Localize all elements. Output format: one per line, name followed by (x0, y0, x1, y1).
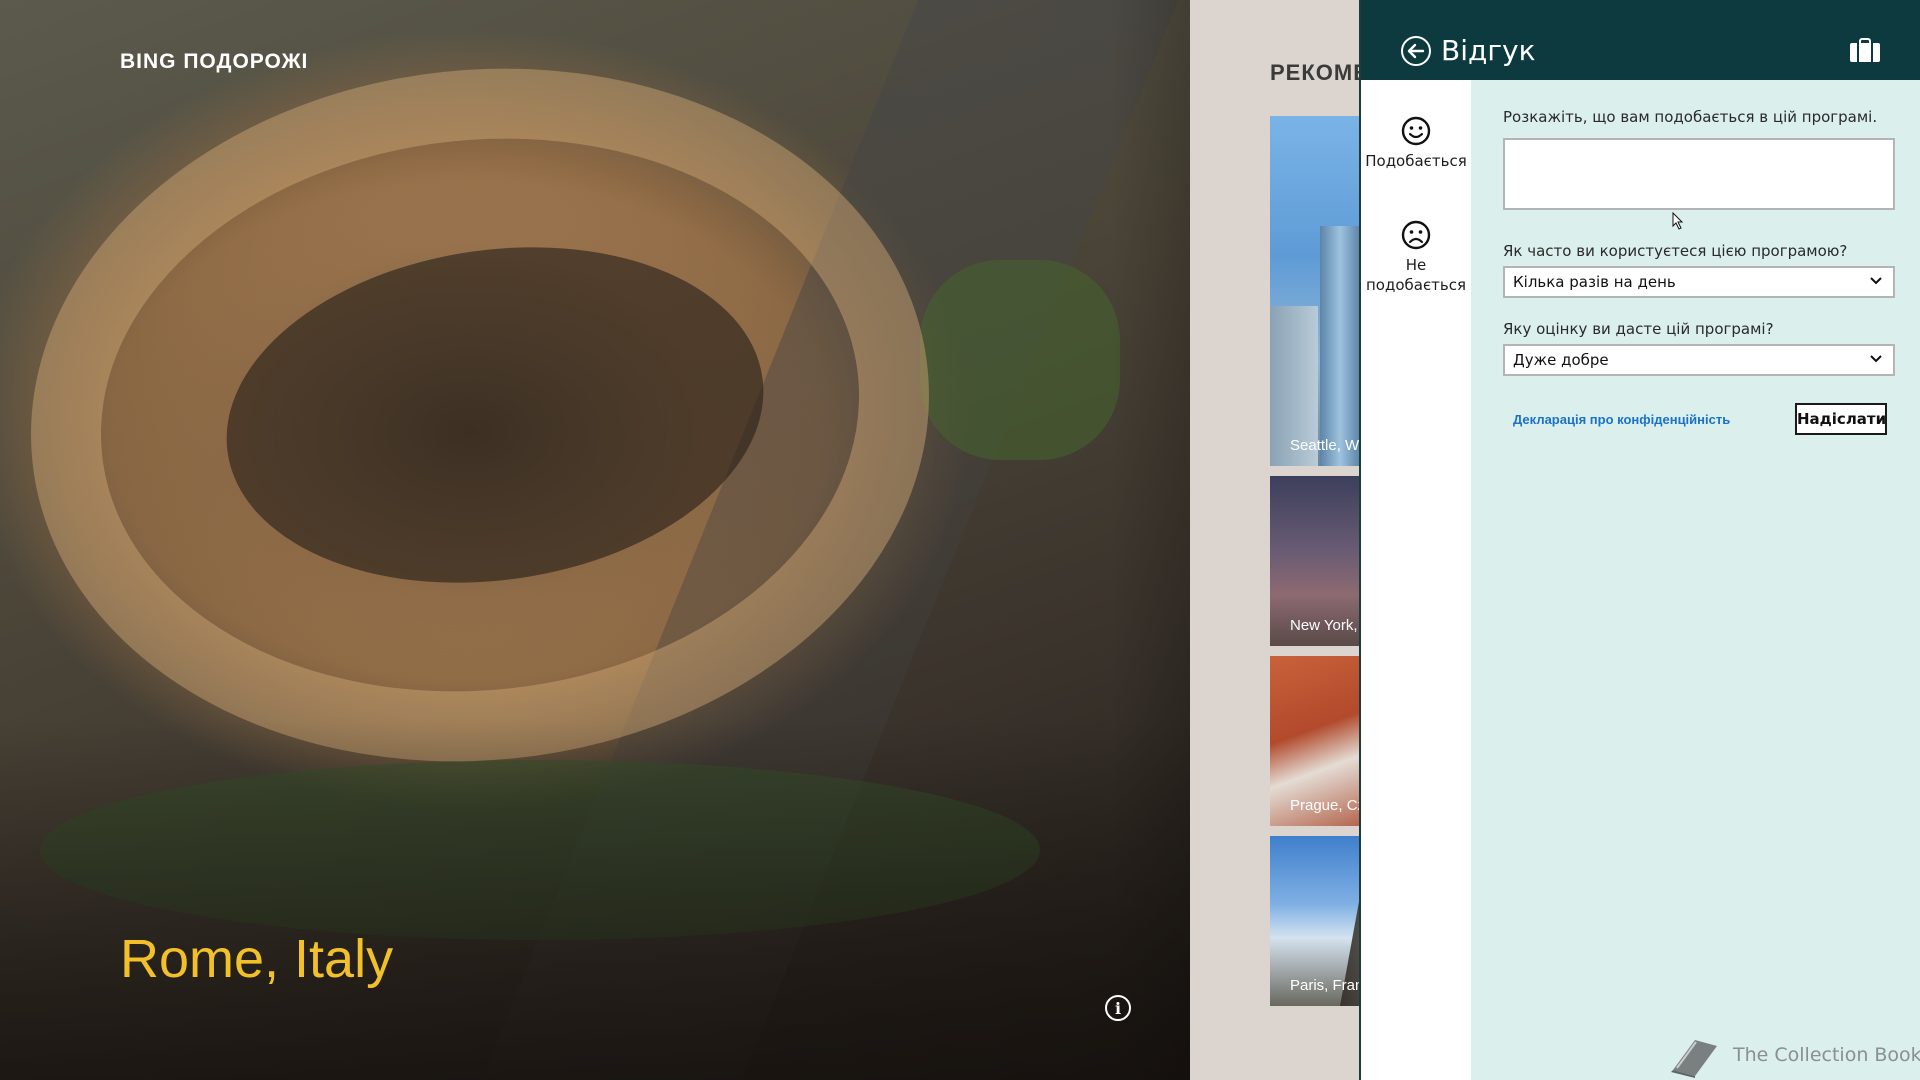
book-logo-icon (1671, 1040, 1717, 1078)
destination-tile-label: Prague, Cz (1290, 797, 1360, 814)
hero-edge-fade (1110, 0, 1190, 1080)
feedback-form: Розкажіть, що вам подобається в цій прог… (1503, 108, 1903, 435)
destination-tile-label: Paris, Fran (1290, 977, 1360, 994)
chevron-down-icon (1870, 277, 1882, 285)
destination-tile[interactable]: Prague, Cz (1270, 656, 1360, 826)
privacy-statement-link[interactable]: Декларація про конфіденційність (1513, 412, 1730, 427)
usage-frequency-value: Кілька разів на день (1513, 273, 1676, 291)
destination-tile[interactable]: New York, (1270, 476, 1360, 646)
back-arrow-glyph (1407, 43, 1425, 59)
tab-dislike-label: Не подобається (1365, 256, 1467, 294)
info-icon[interactable]: i (1105, 995, 1131, 1021)
rating-question-label: Яку оцінку ви дасте цій програмі? (1503, 320, 1774, 338)
rating-select[interactable]: Дуже добре (1503, 344, 1895, 376)
feedback-text-input[interactable] (1503, 138, 1895, 210)
tab-dislike[interactable]: Не подобається (1361, 202, 1471, 302)
recommendations-heading: РЕКОМЕ (1270, 60, 1360, 85)
usage-frequency-select[interactable]: Кілька разів на день (1503, 266, 1895, 298)
hero-grass-decor (920, 260, 1120, 460)
chevron-down-icon (1870, 355, 1882, 363)
feedback-tabs: Подобається Не подобається (1361, 80, 1471, 1080)
tile-building-decor (1320, 226, 1360, 466)
destination-tile[interactable]: Seattle, Wa (1270, 116, 1360, 466)
hero-image: BING ПОДОРОЖІ Rome, Italy i (0, 0, 1190, 1080)
usage-question-label: Як часто ви користуєтеся цією програмою? (1503, 242, 1848, 260)
submit-button[interactable]: Надіслати (1795, 403, 1887, 435)
destination-tile-label: New York, (1290, 617, 1358, 634)
pane-title: Відгук (1441, 34, 1536, 67)
hero-shade (0, 720, 1190, 1080)
watermark-text: The Collection Book (1733, 1044, 1920, 1066)
mouse-cursor-icon (1672, 212, 1684, 230)
place-title[interactable]: Rome, Italy (120, 928, 393, 990)
briefcase-strap (1871, 43, 1873, 62)
smile-icon (1401, 116, 1431, 146)
app-title: BING ПОДОРОЖІ (120, 50, 309, 73)
briefcase-strap (1857, 43, 1859, 62)
frown-icon (1401, 220, 1431, 250)
prompt-label: Розкажіть, що вам подобається в цій прог… (1503, 108, 1878, 126)
briefcase-body (1850, 43, 1880, 62)
destination-tile[interactable]: Paris, Fran (1270, 836, 1360, 1006)
recommendations-section: РЕКОМЕ Seattle, Wa New York, Prague, Cz … (1190, 0, 1360, 1080)
back-arrow-icon[interactable] (1401, 36, 1431, 66)
tab-like[interactable]: Подобається (1361, 80, 1471, 202)
rating-value: Дуже добре (1513, 351, 1609, 369)
feedback-pane: Відгук Подобається Не подобається Розкаж… (1359, 0, 1920, 1080)
destination-tile-label: Seattle, Wa (1290, 437, 1360, 454)
briefcase-icon[interactable] (1850, 38, 1880, 62)
watermark: The Collection Book (1665, 1030, 1920, 1078)
tab-like-label: Подобається (1365, 152, 1467, 170)
pane-header: Відгук (1361, 0, 1920, 80)
